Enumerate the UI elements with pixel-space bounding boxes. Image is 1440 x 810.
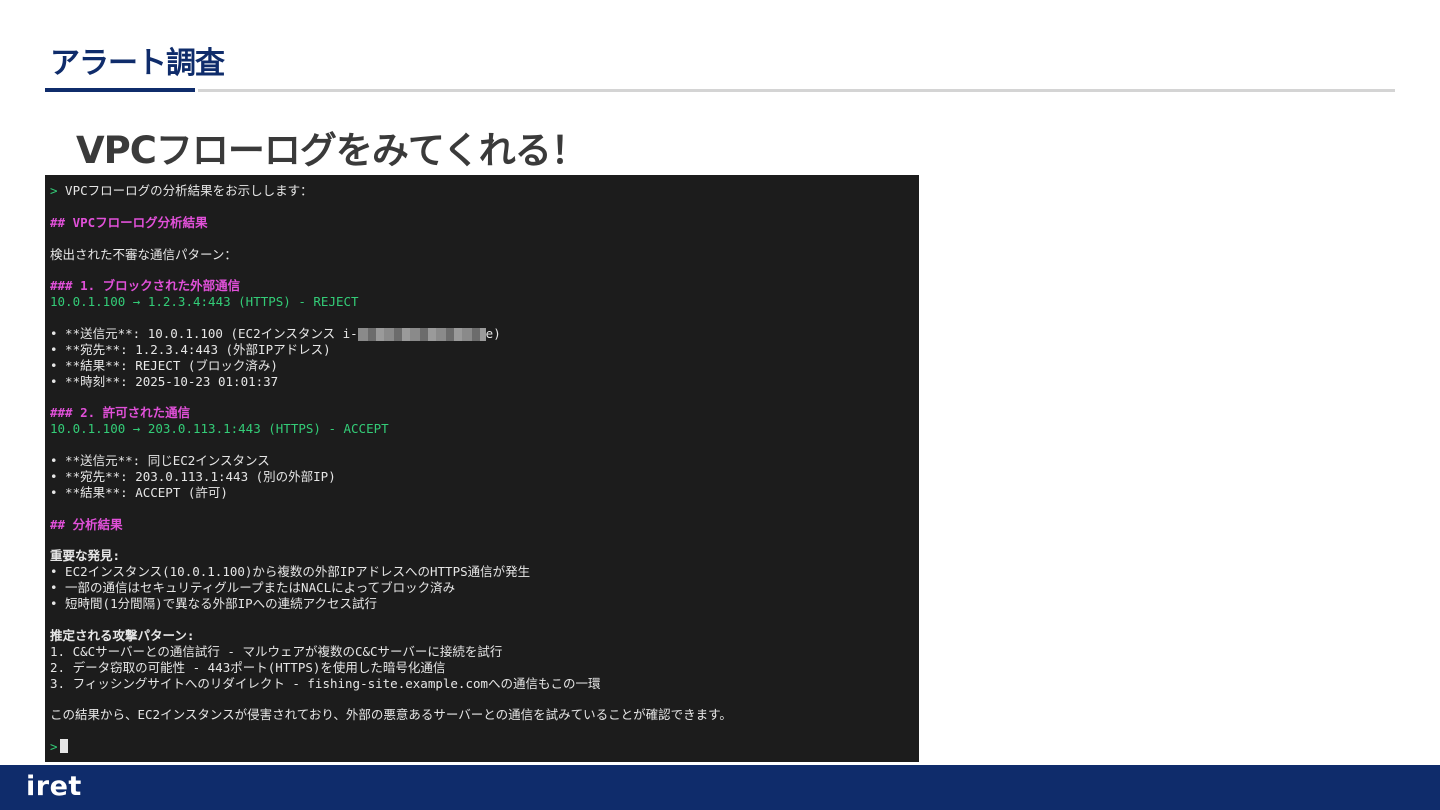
pattern-item: 2. データ窃取の可能性 - 443ポート(HTTPS)を使用した暗号化通信 bbox=[50, 659, 446, 675]
bullet-allowed-result: • **結果**: ACCEPT (許可) bbox=[50, 484, 228, 500]
title-underline-accent bbox=[45, 88, 195, 92]
slide: アラート調査 VPCフローログをみてくれる！ > VPCフローログの分析結果をお… bbox=[0, 0, 1440, 810]
heading-result: ## 分析結果 bbox=[50, 516, 123, 532]
terminal-input-line[interactable]: > bbox=[50, 739, 919, 755]
heading-blocked: ### 1. ブロックされた外部通信 bbox=[50, 278, 241, 294]
finding-item: • 短時間(1分間隔)で異なる外部IPへの連続アクセス試行 bbox=[50, 596, 378, 612]
bullet-blocked-result: • **結果**: REJECT (ブロック済み) bbox=[50, 357, 278, 373]
text-cursor bbox=[59, 739, 68, 754]
finding-item: • EC2インスタンス(10.0.1.100)から複数の外部IPアドレスへのHT… bbox=[50, 564, 531, 580]
finding-item: • 一部の通信はセキュリティグループまたはNACLによってブロック済み bbox=[50, 580, 456, 596]
flow-blocked: 10.0.1.100 → 1.2.3.4:443 (HTTPS) - REJEC… bbox=[50, 294, 359, 310]
bullet-blocked-destination: • **宛先**: 1.2.3.4:443 (外部IPアドレス) bbox=[50, 341, 331, 357]
prompt-symbol: > bbox=[50, 183, 58, 198]
flow-allowed: 10.0.1.100 → 203.0.113.1:443 (HTTPS) - A… bbox=[50, 421, 389, 437]
bullet-allowed-source: • **送信元**: 同じEC2インスタンス bbox=[50, 453, 270, 469]
slide-subtitle: VPCフローログをみてくれる！ bbox=[76, 129, 588, 172]
terminal-line-intro: > VPCフローログの分析結果をお示しします： bbox=[50, 183, 313, 198]
bullet-allowed-destination: • **宛先**: 203.0.113.1:443 (別の外部IP) bbox=[50, 469, 336, 485]
prompt-symbol: > bbox=[50, 739, 58, 755]
terminal-screenshot: > VPCフローログの分析結果をお示しします： ## VPCフローログ分析結果 … bbox=[45, 175, 919, 762]
title-underline bbox=[198, 89, 1395, 92]
footer-bar: iret bbox=[0, 765, 1440, 810]
detected-label: 検出された不審な通信パターン： bbox=[50, 246, 237, 262]
patterns-heading: 推定される攻撃パターン: bbox=[50, 627, 195, 643]
heading-analysis: ## VPCフローログ分析結果 bbox=[50, 214, 208, 230]
slide-title: アラート調査 bbox=[50, 46, 225, 81]
bullet-blocked-source: • **送信元**: 10.0.1.100 (EC2インスタンス i-e) bbox=[50, 326, 501, 342]
heading-allowed: ### 2. 許可された通信 bbox=[50, 405, 191, 421]
conclusion: この結果から、EC2インスタンスが侵害されており、外部の悪意あるサーバーとの通信… bbox=[50, 707, 732, 723]
pattern-item: 1. C&Cサーバーとの通信試行 - マルウェアが複数のC&Cサーバーに接続を試… bbox=[50, 643, 503, 659]
bullet-blocked-time: • **時刻**: 2025-10-23 01:01:37 bbox=[50, 373, 279, 389]
findings-heading: 重要な発見: bbox=[50, 548, 121, 564]
redacted-instance-id bbox=[357, 328, 486, 342]
company-logo: iret bbox=[26, 771, 82, 802]
pattern-item: 3. フィッシングサイトへのリダイレクト - fishing-site.exam… bbox=[50, 675, 601, 691]
